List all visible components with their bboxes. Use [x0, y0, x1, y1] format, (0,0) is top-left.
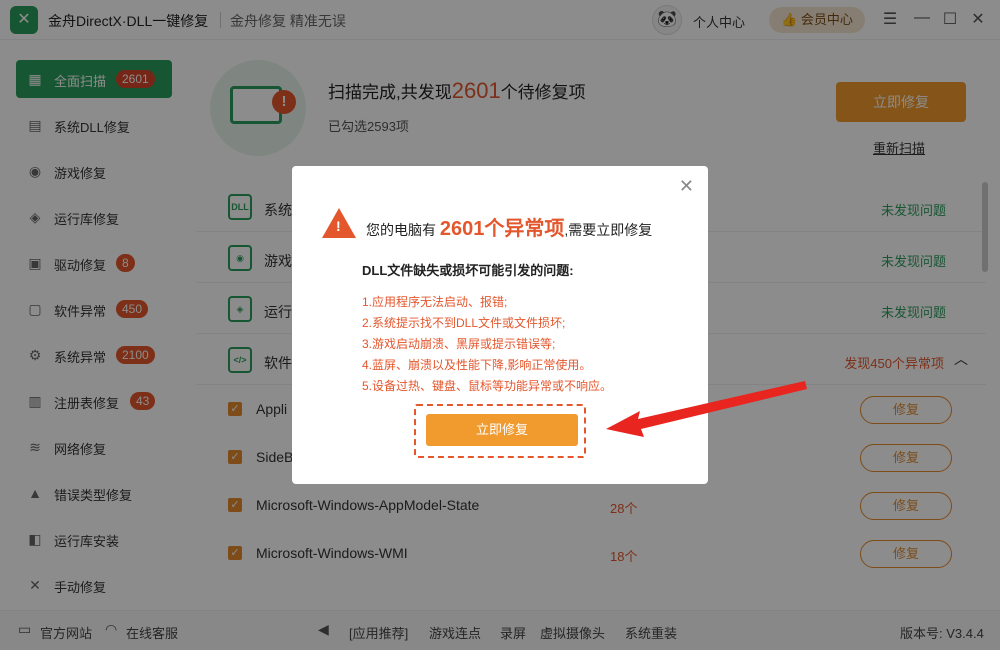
highlight-frame: 立即修复 — [414, 404, 586, 458]
dialog-heading: 您的电脑有 2601个异常项,需要立即修复 — [366, 212, 652, 241]
close-icon[interactable]: ✕ — [679, 176, 694, 197]
issue-item: 4.蓝屏、崩溃以及性能下降,影响正常使用。 — [362, 358, 592, 372]
arrow-annotation-icon — [606, 381, 807, 437]
dialog-subtitle: DLL文件缺失或损坏可能引发的问题: — [362, 263, 574, 278]
issue-item: 3.游戏启动崩溃、黑屏或提示错误等; — [362, 337, 556, 351]
dialog-fix-now-button[interactable]: 立即修复 — [426, 414, 578, 446]
issue-item: 1.应用程序无法启动、报错; — [362, 295, 508, 309]
dialog-heading-suffix: ,需要立即修复 — [564, 222, 653, 238]
issue-list: 1.应用程序无法启动、报错; 2.系统提示找不到DLL文件或文件损坏; 3.游戏… — [362, 292, 612, 397]
dialog-heading-prefix: 您的电脑有 — [366, 222, 436, 238]
dialog-heading-count: 2601个异常项 — [439, 218, 565, 240]
issue-item: 5.设备过热、键盘、鼠标等功能异常或不响应。 — [362, 379, 613, 393]
issue-item: 2.系统提示找不到DLL文件或文件损坏; — [362, 316, 566, 330]
warning-icon-mark: ! — [336, 218, 341, 234]
